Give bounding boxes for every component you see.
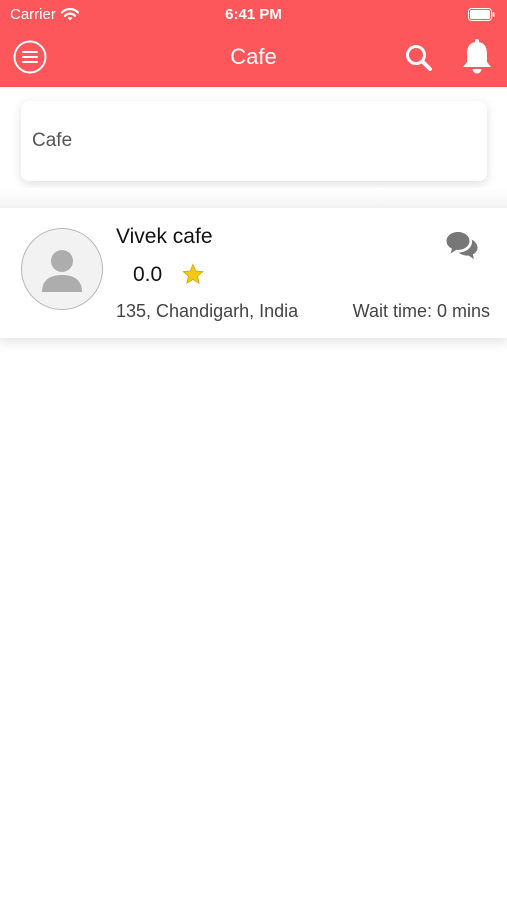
search-icon[interactable]: [403, 42, 435, 74]
cafe-wait-time: Wait time: 0 mins: [352, 301, 490, 321]
cafe-list-item[interactable]: Vivek cafe 0.0 135, Chandigarh, India Wa…: [0, 208, 507, 338]
search-input[interactable]: [21, 101, 487, 181]
avatar-placeholder-icon: [42, 250, 82, 292]
results-separator: [0, 188, 507, 208]
app-header: Carrier 6:41 PM Cafe: [0, 0, 507, 87]
cafe-address: 135, Chandigarh, India: [116, 301, 299, 321]
avatar: [21, 228, 103, 310]
bell-icon[interactable]: [460, 38, 494, 76]
search-box: [21, 101, 487, 181]
chat-icon[interactable]: [445, 230, 479, 262]
cafe-name: Vivek cafe: [116, 225, 213, 248]
status-bar: Carrier 6:41 PM: [0, 0, 507, 30]
star-icon: [182, 263, 204, 284]
navigation-bar: Cafe: [0, 30, 507, 87]
battery-icon: [468, 8, 495, 21]
cafe-rating: 0.0: [133, 263, 163, 286]
status-time: 6:41 PM: [225, 6, 282, 23]
